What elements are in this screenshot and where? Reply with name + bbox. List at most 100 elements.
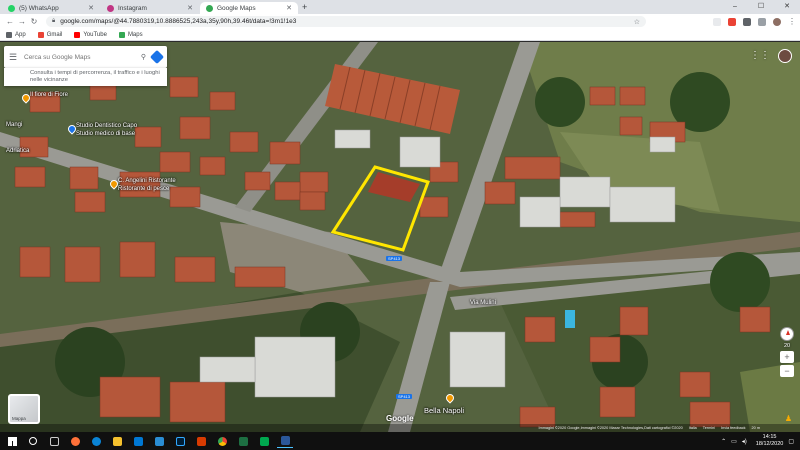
maps-search-box[interactable]: ☰ ⚲ <box>4 46 167 68</box>
close-tab-icon[interactable]: ✕ <box>187 4 193 12</box>
close-window-button[interactable]: ✕ <box>774 0 800 14</box>
gmail-icon <box>37 31 44 38</box>
extension-icon[interactable] <box>728 17 736 26</box>
whatsapp-icon <box>8 4 15 12</box>
minimize-button[interactable]: – <box>722 0 748 14</box>
chevron-up-icon[interactable]: ⌃ <box>721 438 726 445</box>
volume-icon[interactable]: ◂) <box>742 438 747 445</box>
attribution-text: Immagini ©2020 Google,Immagini ©2020 Max… <box>538 426 683 430</box>
taskbar-app[interactable] <box>172 434 188 448</box>
windows-icon <box>7 436 17 446</box>
notifications-icon[interactable]: ▢ <box>788 438 794 445</box>
taskbar-app[interactable] <box>193 434 209 448</box>
zoom-out-button[interactable]: − <box>780 365 794 377</box>
google-logo: Google <box>386 414 414 423</box>
profile-icon[interactable] <box>773 17 781 26</box>
pegman-icon[interactable]: ♟ <box>785 414 792 423</box>
lock-icon[interactable]: 🔒︎ <box>52 18 55 25</box>
directions-icon[interactable] <box>149 49 165 65</box>
bookmark-label: Gmail <box>46 31 63 38</box>
clock[interactable]: 14:15 18/12/2020 <box>756 434 784 448</box>
reload-icon[interactable]: ↻ <box>28 17 40 26</box>
system-tray: ⌃ ▭ ◂) 14:15 18/12/2020 ▢ <box>721 434 800 448</box>
bookmark-maps[interactable]: Maps <box>118 31 143 38</box>
place-label[interactable]: Bella Napoli <box>424 406 464 415</box>
tab-google-maps[interactable]: Google Maps ✕ <box>200 2 298 14</box>
compass-icon[interactable] <box>780 327 794 341</box>
search-icon[interactable]: ⚲ <box>141 53 146 61</box>
taskbar-app[interactable] <box>214 434 230 448</box>
country-link[interactable]: Italia <box>689 426 697 430</box>
forward-icon[interactable]: → <box>16 17 28 26</box>
new-tab-button[interactable]: + <box>302 2 307 14</box>
taskbar-app[interactable] <box>25 434 41 448</box>
start-button[interactable] <box>4 434 20 448</box>
back-icon[interactable]: ← <box>4 17 16 26</box>
place-label[interactable]: Studio Dentistico Capo <box>76 123 137 129</box>
feedback-link[interactable]: Invia feedback <box>721 426 746 430</box>
road-label: Via Mulini <box>470 300 496 306</box>
tab-whatsapp[interactable]: (5) WhatsApp ✕ <box>2 2 100 14</box>
translate-icon[interactable] <box>713 17 721 26</box>
task-view-icon <box>49 436 59 446</box>
nearby-hint[interactable]: Consulta i tempi di percorrenza, il traf… <box>4 68 167 86</box>
place-label[interactable]: Mangi <box>6 122 22 128</box>
maximize-button[interactable]: ☐ <box>748 0 774 14</box>
place-label[interactable]: Il fiore di Fiore <box>30 92 68 98</box>
browser-toolbar: ← → ↻ 🔒︎ google.com/maps/@44.7880319,10.… <box>0 14 800 29</box>
taskbar-app[interactable] <box>46 434 62 448</box>
chrome-icon <box>217 436 227 446</box>
close-tab-icon[interactable]: ✕ <box>286 4 292 12</box>
satellite-imagery <box>0 42 800 432</box>
taskbar-app[interactable] <box>235 434 251 448</box>
attribution-bar: Immagini ©2020 Google,Immagini ©2020 Max… <box>0 424 800 432</box>
layer-toggle-label: Mappa <box>12 416 26 421</box>
clock-date: 18/12/2020 <box>755 441 784 447</box>
puzzle-icon[interactable] <box>758 17 766 26</box>
address-bar[interactable]: 🔒︎ google.com/maps/@44.7880319,10.888652… <box>46 16 646 27</box>
terms-link[interactable]: Termini <box>703 426 715 430</box>
star-icon[interactable]: ☆ <box>634 18 640 26</box>
search-icon <box>29 437 37 445</box>
close-tab-icon[interactable]: ✕ <box>88 4 94 12</box>
apps-icon <box>6 31 12 38</box>
screen: (5) WhatsApp ✕ Instagram ✕ Google Maps ✕… <box>0 0 800 450</box>
windows-taskbar: ⌃ ▭ ◂) 14:15 18/12/2020 ▢ <box>0 432 800 450</box>
bookmark-apps[interactable]: App <box>6 31 26 38</box>
bookmark-gmail[interactable]: Gmail <box>37 31 63 38</box>
place-label[interactable]: Adriatica <box>6 148 29 154</box>
taskbar-app[interactable] <box>67 434 83 448</box>
extension-icon[interactable] <box>743 17 751 26</box>
maps-icon <box>206 4 213 12</box>
bookmark-label: YouTube <box>83 31 107 38</box>
zoom-level: 20 <box>783 343 791 349</box>
bookmark-youtube[interactable]: YouTube <box>74 31 107 38</box>
road-sign: SP413 <box>396 394 413 399</box>
edge-icon <box>91 436 101 446</box>
clock-time: 14:15 <box>762 434 777 440</box>
hamburger-menu-icon[interactable]: ☰ <box>9 52 19 63</box>
zoom-in-button[interactable]: + <box>780 351 794 363</box>
taskbar-app[interactable] <box>277 434 293 448</box>
tab-instagram[interactable]: Instagram ✕ <box>101 2 199 14</box>
google-apps-icon[interactable]: ⋮⋮ <box>750 50 770 61</box>
store-icon <box>133 436 143 446</box>
tab-label: Instagram <box>118 4 147 12</box>
green-app-icon <box>259 436 269 446</box>
scale-label[interactable]: 20 m <box>752 426 760 430</box>
menu-icon[interactable]: ⋮ <box>788 17 796 26</box>
search-input[interactable] <box>24 53 141 61</box>
satellite-map[interactable]: Il fiore di Fiore Mangi Studio Dentistic… <box>0 42 800 432</box>
network-icon[interactable]: ▭ <box>731 438 737 445</box>
mail-icon <box>154 436 164 446</box>
place-label[interactable]: C. Angelini Ristorante <box>118 178 176 184</box>
layer-toggle[interactable]: Mappa <box>8 394 40 424</box>
photoshop-icon <box>175 436 185 446</box>
taskbar-app[interactable] <box>88 434 104 448</box>
instagram-icon <box>107 4 114 12</box>
avatar[interactable] <box>778 49 792 63</box>
taskbar-app[interactable] <box>130 434 146 448</box>
taskbar-app[interactable] <box>151 434 167 448</box>
taskbar-app[interactable] <box>109 434 125 448</box>
taskbar-app[interactable] <box>256 434 272 448</box>
